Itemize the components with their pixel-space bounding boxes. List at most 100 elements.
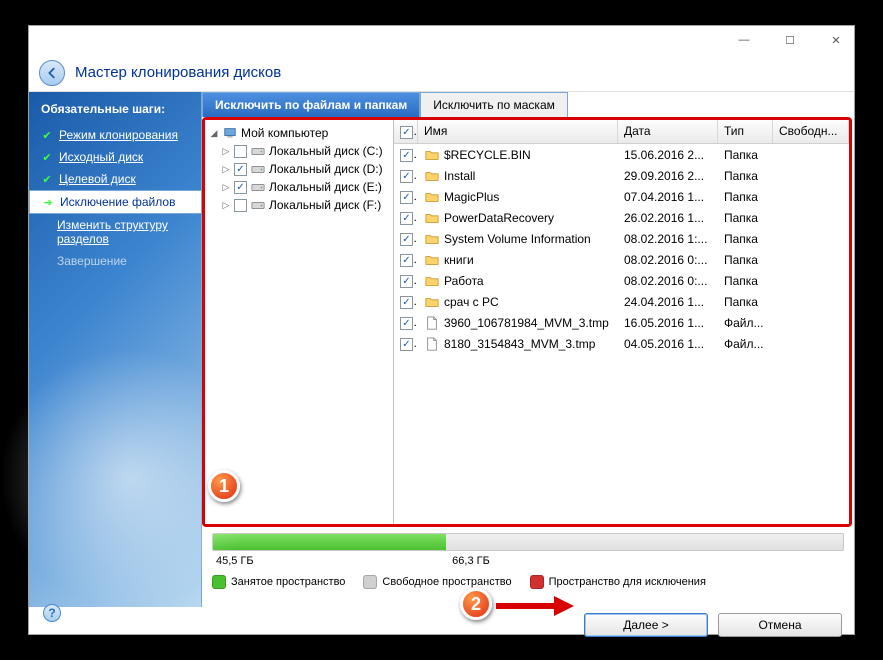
file-type: Папка (718, 251, 773, 269)
file-date: 15.06.2016 2... (618, 146, 718, 164)
list-item[interactable]: ✓Install29.09.2016 2...Папка (394, 165, 849, 186)
checkbox[interactable]: ✓ (400, 233, 413, 246)
folder-icon (424, 190, 440, 204)
step-exclude-files[interactable]: Исключение файлов (29, 190, 202, 214)
disk-tree[interactable]: ◢ Мой компьютер ▷Локальный диск (C:)▷✓Ло… (205, 120, 394, 524)
list-item[interactable]: ✓3960_106781984_MVM_3.tmp16.05.2016 1...… (394, 312, 849, 333)
folder-icon (424, 232, 440, 246)
page-title: Мастер клонирования дисков (75, 64, 281, 81)
help-button[interactable]: ? (43, 604, 61, 622)
file-type: Папка (718, 272, 773, 290)
computer-icon (222, 126, 238, 140)
total-size-label: 66,3 ГБ (452, 555, 490, 567)
drive-icon (250, 198, 266, 212)
drive-icon (250, 180, 266, 194)
file-date: 04.05.2016 1... (618, 335, 718, 353)
checkbox[interactable]: ✓ (400, 296, 413, 309)
space-used-segment (213, 534, 446, 550)
checkbox[interactable]: ✓ (400, 170, 413, 183)
maximize-button[interactable]: ☐ (777, 30, 803, 50)
checkbox[interactable]: ✓ (234, 163, 247, 176)
collapse-icon[interactable]: ◢ (209, 128, 219, 139)
drive-label: Локальный диск (E:) (269, 180, 382, 194)
check-icon (41, 129, 53, 141)
drive-label: Локальный диск (D:) (269, 162, 383, 176)
space-bar (212, 533, 844, 551)
file-date: 08.02.2016 1:... (618, 230, 718, 248)
swatch-excluded-icon (530, 575, 544, 589)
list-item[interactable]: ✓PowerDataRecovery26.02.2016 1...Папка (394, 207, 849, 228)
checkbox[interactable]: ✓ (400, 338, 413, 351)
checkbox[interactable]: ✓ (400, 212, 413, 225)
file-date: 07.04.2016 1... (618, 188, 718, 206)
file-type: Файл... (718, 314, 773, 332)
column-name[interactable]: Имя (418, 120, 618, 143)
list-item[interactable]: ✓ $RECYCLE.BIN 15.06.2016 2...Папка (394, 144, 849, 165)
next-button[interactable]: Далее > (584, 613, 708, 637)
step-change-partitions[interactable]: Изменить структуру разделов (29, 214, 201, 250)
step-source-disk[interactable]: Исходный диск (29, 146, 201, 168)
column-free[interactable]: Свободн... (773, 120, 849, 143)
column-type[interactable]: Тип (718, 120, 773, 143)
file-name: 3960_106781984_MVM_3.tmp (444, 316, 609, 330)
tree-root[interactable]: ◢ Мой компьютер (205, 124, 393, 142)
expand-icon[interactable]: ▷ (221, 182, 231, 193)
folder-icon (424, 274, 440, 288)
tree-drive[interactable]: ▷ Локальный диск (F:) (205, 196, 393, 214)
step-clone-mode[interactable]: Режим клонирования (29, 124, 201, 146)
file-type: Папка (718, 230, 773, 248)
check-icon (41, 173, 53, 185)
list-item[interactable]: ✓ System Volume Information 08.02.2016 1:.… (394, 228, 849, 249)
wizard-header: Мастер клонирования дисков (29, 54, 854, 92)
file-name: Install (444, 169, 475, 183)
checkbox[interactable]: ✓ (400, 275, 413, 288)
step-finish: Завершение (29, 250, 201, 272)
file-name: $RECYCLE.BIN (444, 148, 531, 162)
file-name: Работа (444, 274, 484, 288)
tree-drive[interactable]: ▷✓ Локальный диск (D:) (205, 160, 393, 178)
red-arrow-icon (496, 594, 576, 618)
expand-icon[interactable]: ▷ (221, 164, 231, 175)
file-type: Папка (718, 146, 773, 164)
checkbox[interactable]: ✓ (400, 191, 413, 204)
tabs: Исключить по файлам и папкам Исключить п… (202, 92, 854, 117)
back-button[interactable] (39, 60, 65, 86)
folder-icon (424, 253, 440, 267)
step-target-disk[interactable]: Целевой диск (29, 168, 201, 190)
tree-drive[interactable]: ▷ Локальный диск (C:) (205, 142, 393, 160)
column-checkbox[interactable]: ✓ (394, 120, 418, 143)
list-item[interactable]: ✓MagicPlus07.04.2016 1...Папка (394, 186, 849, 207)
list-item[interactable]: ✓Работа08.02.2016 0:...Папка (394, 270, 849, 291)
cancel-button[interactable]: Отмена (718, 613, 842, 637)
file-type: Файл... (718, 335, 773, 353)
checkbox[interactable] (234, 145, 247, 158)
list-item[interactable]: ✓ срач с PC 24.04.2016 1...Папка (394, 291, 849, 312)
close-button[interactable]: ✕ (823, 30, 849, 50)
checkbox[interactable]: ✓ (400, 254, 413, 267)
list-item[interactable]: ✓книги08.02.2016 0:...Папка (394, 249, 849, 270)
file-name: срач с PC (444, 295, 499, 309)
tree-drive[interactable]: ▷✓ Локальный диск (E:) (205, 178, 393, 196)
expand-icon[interactable]: ▷ (221, 200, 231, 211)
tab-by-masks[interactable]: Исключить по маскам (420, 92, 568, 117)
drive-label: Локальный диск (F:) (269, 198, 381, 212)
checkbox[interactable]: ✓ (400, 317, 413, 330)
checkbox[interactable] (234, 199, 247, 212)
checkbox[interactable]: ✓ (400, 149, 413, 162)
file-type: Папка (718, 167, 773, 185)
list-item[interactable]: ✓8180_3154843_MVM_3.tmp04.05.2016 1...Фа… (394, 333, 849, 354)
arrow-icon (42, 196, 54, 208)
used-size-label: 45,5 ГБ (212, 555, 452, 567)
expand-icon[interactable]: ▷ (221, 146, 231, 157)
file-date: 24.04.2016 1... (618, 293, 718, 311)
callout-2: 2 (460, 588, 492, 620)
minimize-button[interactable]: — (731, 30, 757, 50)
column-date[interactable]: Дата (618, 120, 718, 143)
file-type: Папка (718, 188, 773, 206)
list-header: ✓ Имя Дата Тип Свободн... (394, 120, 849, 144)
tab-by-files[interactable]: Исключить по файлам и папкам (202, 92, 420, 117)
checkbox[interactable]: ✓ (234, 181, 247, 194)
file-type: Папка (718, 293, 773, 311)
file-name: System Volume Information (444, 232, 591, 246)
drive-label: Локальный диск (C:) (269, 144, 383, 158)
